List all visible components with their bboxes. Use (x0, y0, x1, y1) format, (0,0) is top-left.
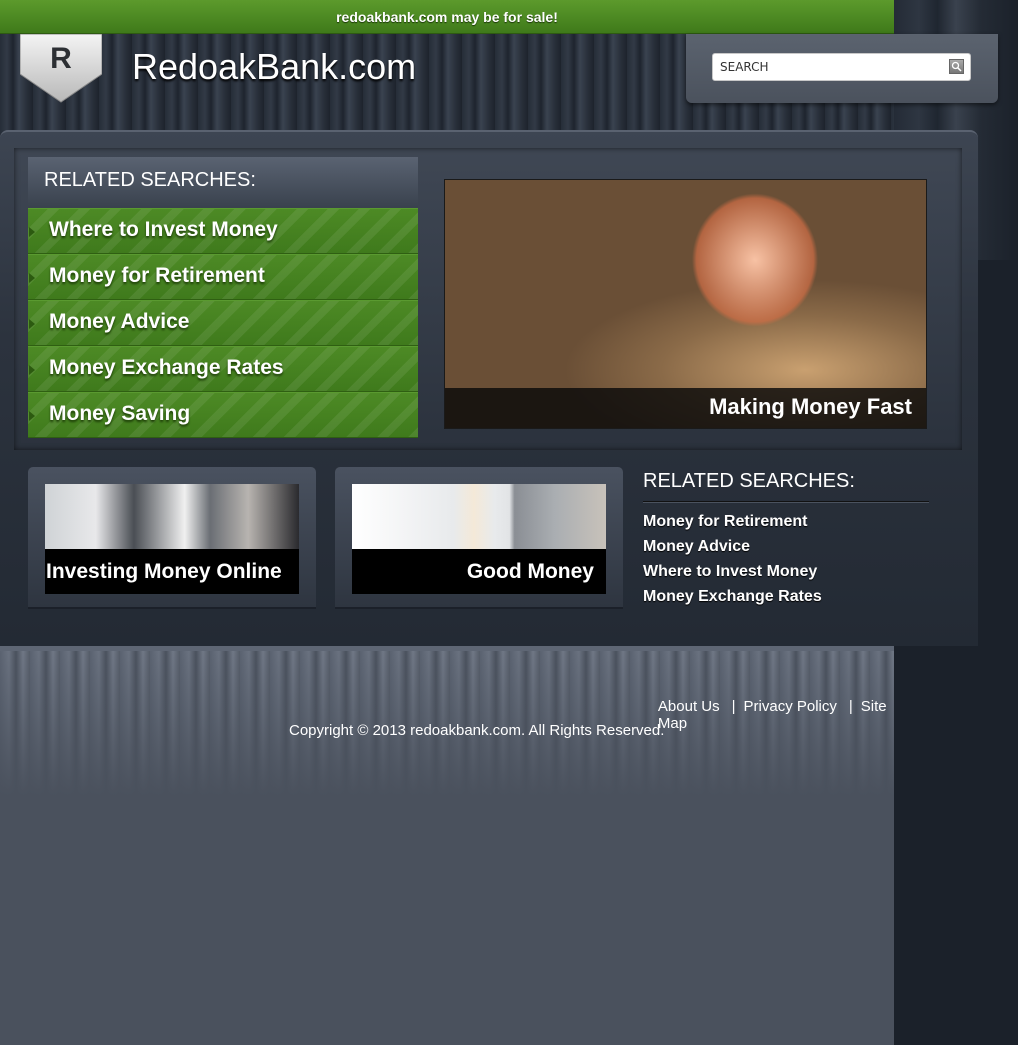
related-search-item[interactable]: Money Advice (28, 300, 418, 346)
card-photo: Investing Money Online (45, 484, 299, 594)
search-icon[interactable] (949, 59, 964, 74)
sidebar-heading: RELATED SEARCHES: (643, 470, 929, 502)
search-box (712, 53, 971, 81)
related-searches-sidebar: RELATED SEARCHES: Money for Retirement M… (643, 470, 929, 609)
card-photo: Good Money (352, 484, 606, 594)
related-search-label: Money Advice (49, 310, 190, 333)
related-searches-list: Where to Invest Money Money for Retireme… (28, 208, 418, 438)
arrow-right-icon (29, 227, 35, 237)
arrow-right-icon (29, 319, 35, 329)
card-good-money[interactable]: Good Money (335, 467, 623, 609)
related-search-item[interactable]: Money Exchange Rates (28, 346, 418, 392)
related-search-label: Money for Retirement (49, 264, 265, 287)
sale-banner[interactable]: redoakbank.com may be for sale! (0, 0, 894, 34)
footer-links: About Us | Privacy Policy | Site Map (658, 698, 894, 732)
woman-with-laptop-image (352, 484, 606, 549)
related-search-label: Where to Invest Money (49, 218, 278, 241)
arrow-right-icon (29, 411, 35, 421)
feature-caption-bar: Making Money Fast (445, 388, 926, 428)
arrow-right-icon (29, 365, 35, 375)
card-investing-money-online[interactable]: Investing Money Online (28, 467, 316, 609)
arrow-right-icon (29, 273, 35, 283)
footer: About Us | Privacy Policy | Site Map Copyrig… (0, 646, 894, 1045)
card-title[interactable]: Investing Money Online (46, 560, 282, 584)
sidebar-link[interactable]: Money Advice (643, 538, 750, 555)
related-search-item[interactable]: Money Saving (28, 392, 418, 438)
related-searches-heading: RELATED SEARCHES: (28, 157, 418, 207)
feature-caption[interactable]: Making Money Fast (709, 394, 912, 420)
search-panel (686, 34, 998, 103)
copyright: Copyright © 2013 redoakbank.com. All Rig… (289, 722, 665, 739)
related-search-item[interactable]: Money for Retirement (28, 254, 418, 300)
logo-letter: R (50, 42, 72, 75)
sidebar-link[interactable]: Where to Invest Money (643, 563, 817, 580)
related-search-item[interactable]: Where to Invest Money (28, 208, 418, 254)
footer-separator: | (731, 698, 736, 715)
related-search-label: Money Exchange Rates (49, 356, 284, 379)
search-input[interactable] (720, 58, 940, 76)
sidebar-links: Money for Retirement Money Advice Where … (643, 509, 929, 609)
business-people-image (45, 484, 299, 549)
feature-image-globe-coins[interactable]: Making Money Fast (444, 179, 927, 429)
sidebar-link[interactable]: Money for Retirement (643, 513, 807, 530)
footer-link-about[interactable]: About Us (658, 698, 720, 715)
footer-link-privacy[interactable]: Privacy Policy (744, 698, 837, 715)
logo[interactable]: R (19, 33, 103, 104)
footer-separator: | (848, 698, 853, 715)
card-title[interactable]: Good Money (467, 560, 594, 584)
site-title[interactable]: RedoakBank.com (132, 46, 416, 88)
sidebar-link[interactable]: Money Exchange Rates (643, 588, 822, 605)
related-searches-panel: RELATED SEARCHES: Where to Invest Money … (28, 157, 418, 438)
related-search-label: Money Saving (49, 402, 191, 425)
